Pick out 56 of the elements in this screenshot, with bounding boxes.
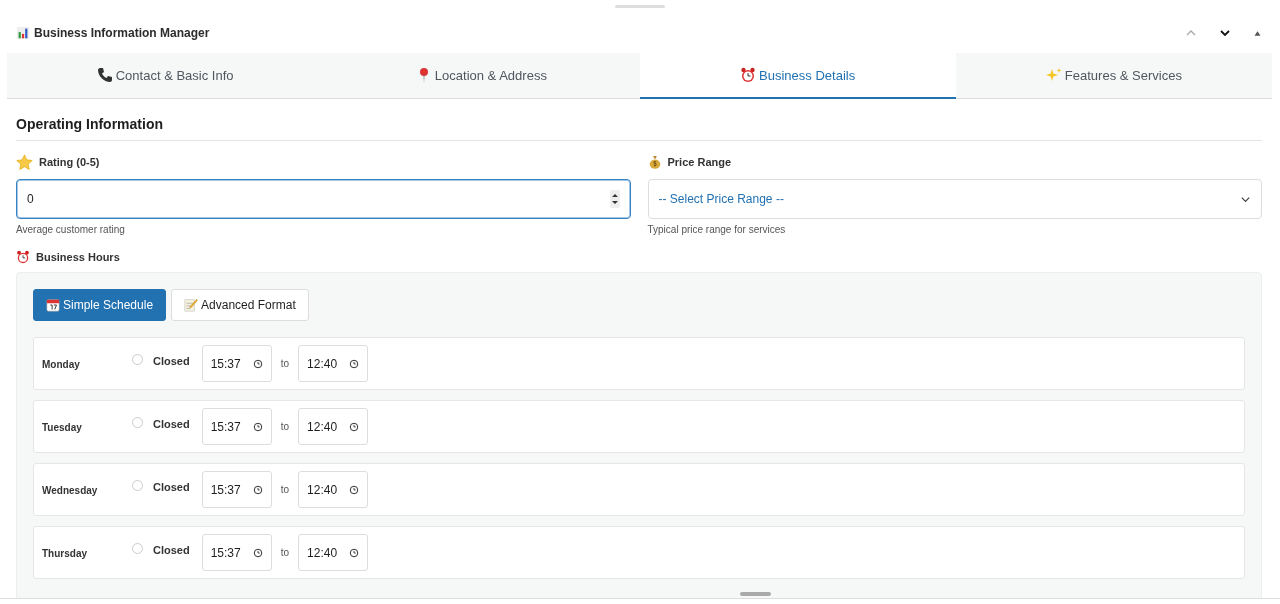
help-text: Average customer rating [16, 224, 126, 235]
day-name: Monday [42, 358, 81, 370]
star-icon [16, 153, 33, 171]
field-label: Price Range [667, 156, 732, 168]
open-time-field[interactable]: 15:37 [201, 471, 272, 508]
clock-icon [349, 484, 360, 495]
close-time-field[interactable]: 12:40 [298, 408, 369, 445]
range-separator: to [280, 358, 290, 369]
calendar-icon [46, 298, 60, 312]
money-bag-icon [647, 155, 662, 169]
alarm-clock-icon [16, 250, 30, 264]
tab[interactable]: Location & Address [323, 53, 640, 99]
close-time-field[interactable]: 12:40 [298, 471, 369, 508]
checkbox-label: Closed [153, 543, 190, 556]
schedule-mode-button[interactable]: Simple Schedule [33, 289, 167, 321]
phone-icon [96, 67, 113, 83]
help-text: Typical price range for services [647, 224, 787, 235]
field-label: Rating (0-5) [39, 156, 100, 168]
schedule-mode-button[interactable]: Advanced Format [171, 289, 309, 321]
open-time-field[interactable]: 15:37 [201, 408, 272, 445]
clock-icon [252, 547, 263, 558]
clock-icon [252, 358, 263, 369]
clock-icon [349, 358, 360, 369]
tab[interactable]: Contact & Basic Info [7, 53, 324, 99]
spinner-icon[interactable] [609, 190, 620, 208]
checkbox-label: Closed [153, 480, 190, 493]
range-separator: to [280, 547, 290, 558]
open-time-field[interactable]: 15:37 [201, 534, 272, 571]
clock-icon [252, 484, 263, 495]
range-separator: to [280, 421, 290, 432]
price-range-dropdown[interactable]: -- Select Price Range -- [647, 179, 1262, 219]
chevron-down-icon [1219, 27, 1231, 39]
resize-handle[interactable] [740, 592, 771, 596]
clock-icon [349, 421, 360, 432]
open-time-field[interactable]: 15:37 [201, 345, 272, 382]
checkbox-label: Closed [153, 354, 190, 367]
close-time-field[interactable]: 12:40 [298, 345, 369, 382]
rating-field[interactable]: 0 [16, 179, 631, 219]
panel-title: Business Information Manager [34, 26, 210, 40]
range-separator: to [280, 484, 290, 495]
day-name: Wednesday [42, 484, 99, 496]
close-time-field[interactable]: 12:40 [298, 534, 369, 571]
alarm-clock-icon [740, 67, 757, 83]
bar-chart-icon [16, 26, 30, 40]
tab[interactable]: Features & Services [955, 53, 1272, 99]
day-name: Tuesday [42, 421, 83, 433]
section-title: Operating Information [16, 99, 1262, 141]
day-name: Thursday [42, 547, 88, 559]
clock-icon [252, 421, 263, 432]
field-label: Business Hours [36, 251, 120, 263]
checkbox-label: Closed [153, 417, 190, 430]
memo-pencil-icon [184, 298, 199, 312]
tab[interactable]: Business Details [639, 53, 956, 99]
clock-icon [349, 547, 360, 558]
drag-handle[interactable] [615, 5, 665, 8]
triangle-up-icon [1253, 28, 1262, 38]
